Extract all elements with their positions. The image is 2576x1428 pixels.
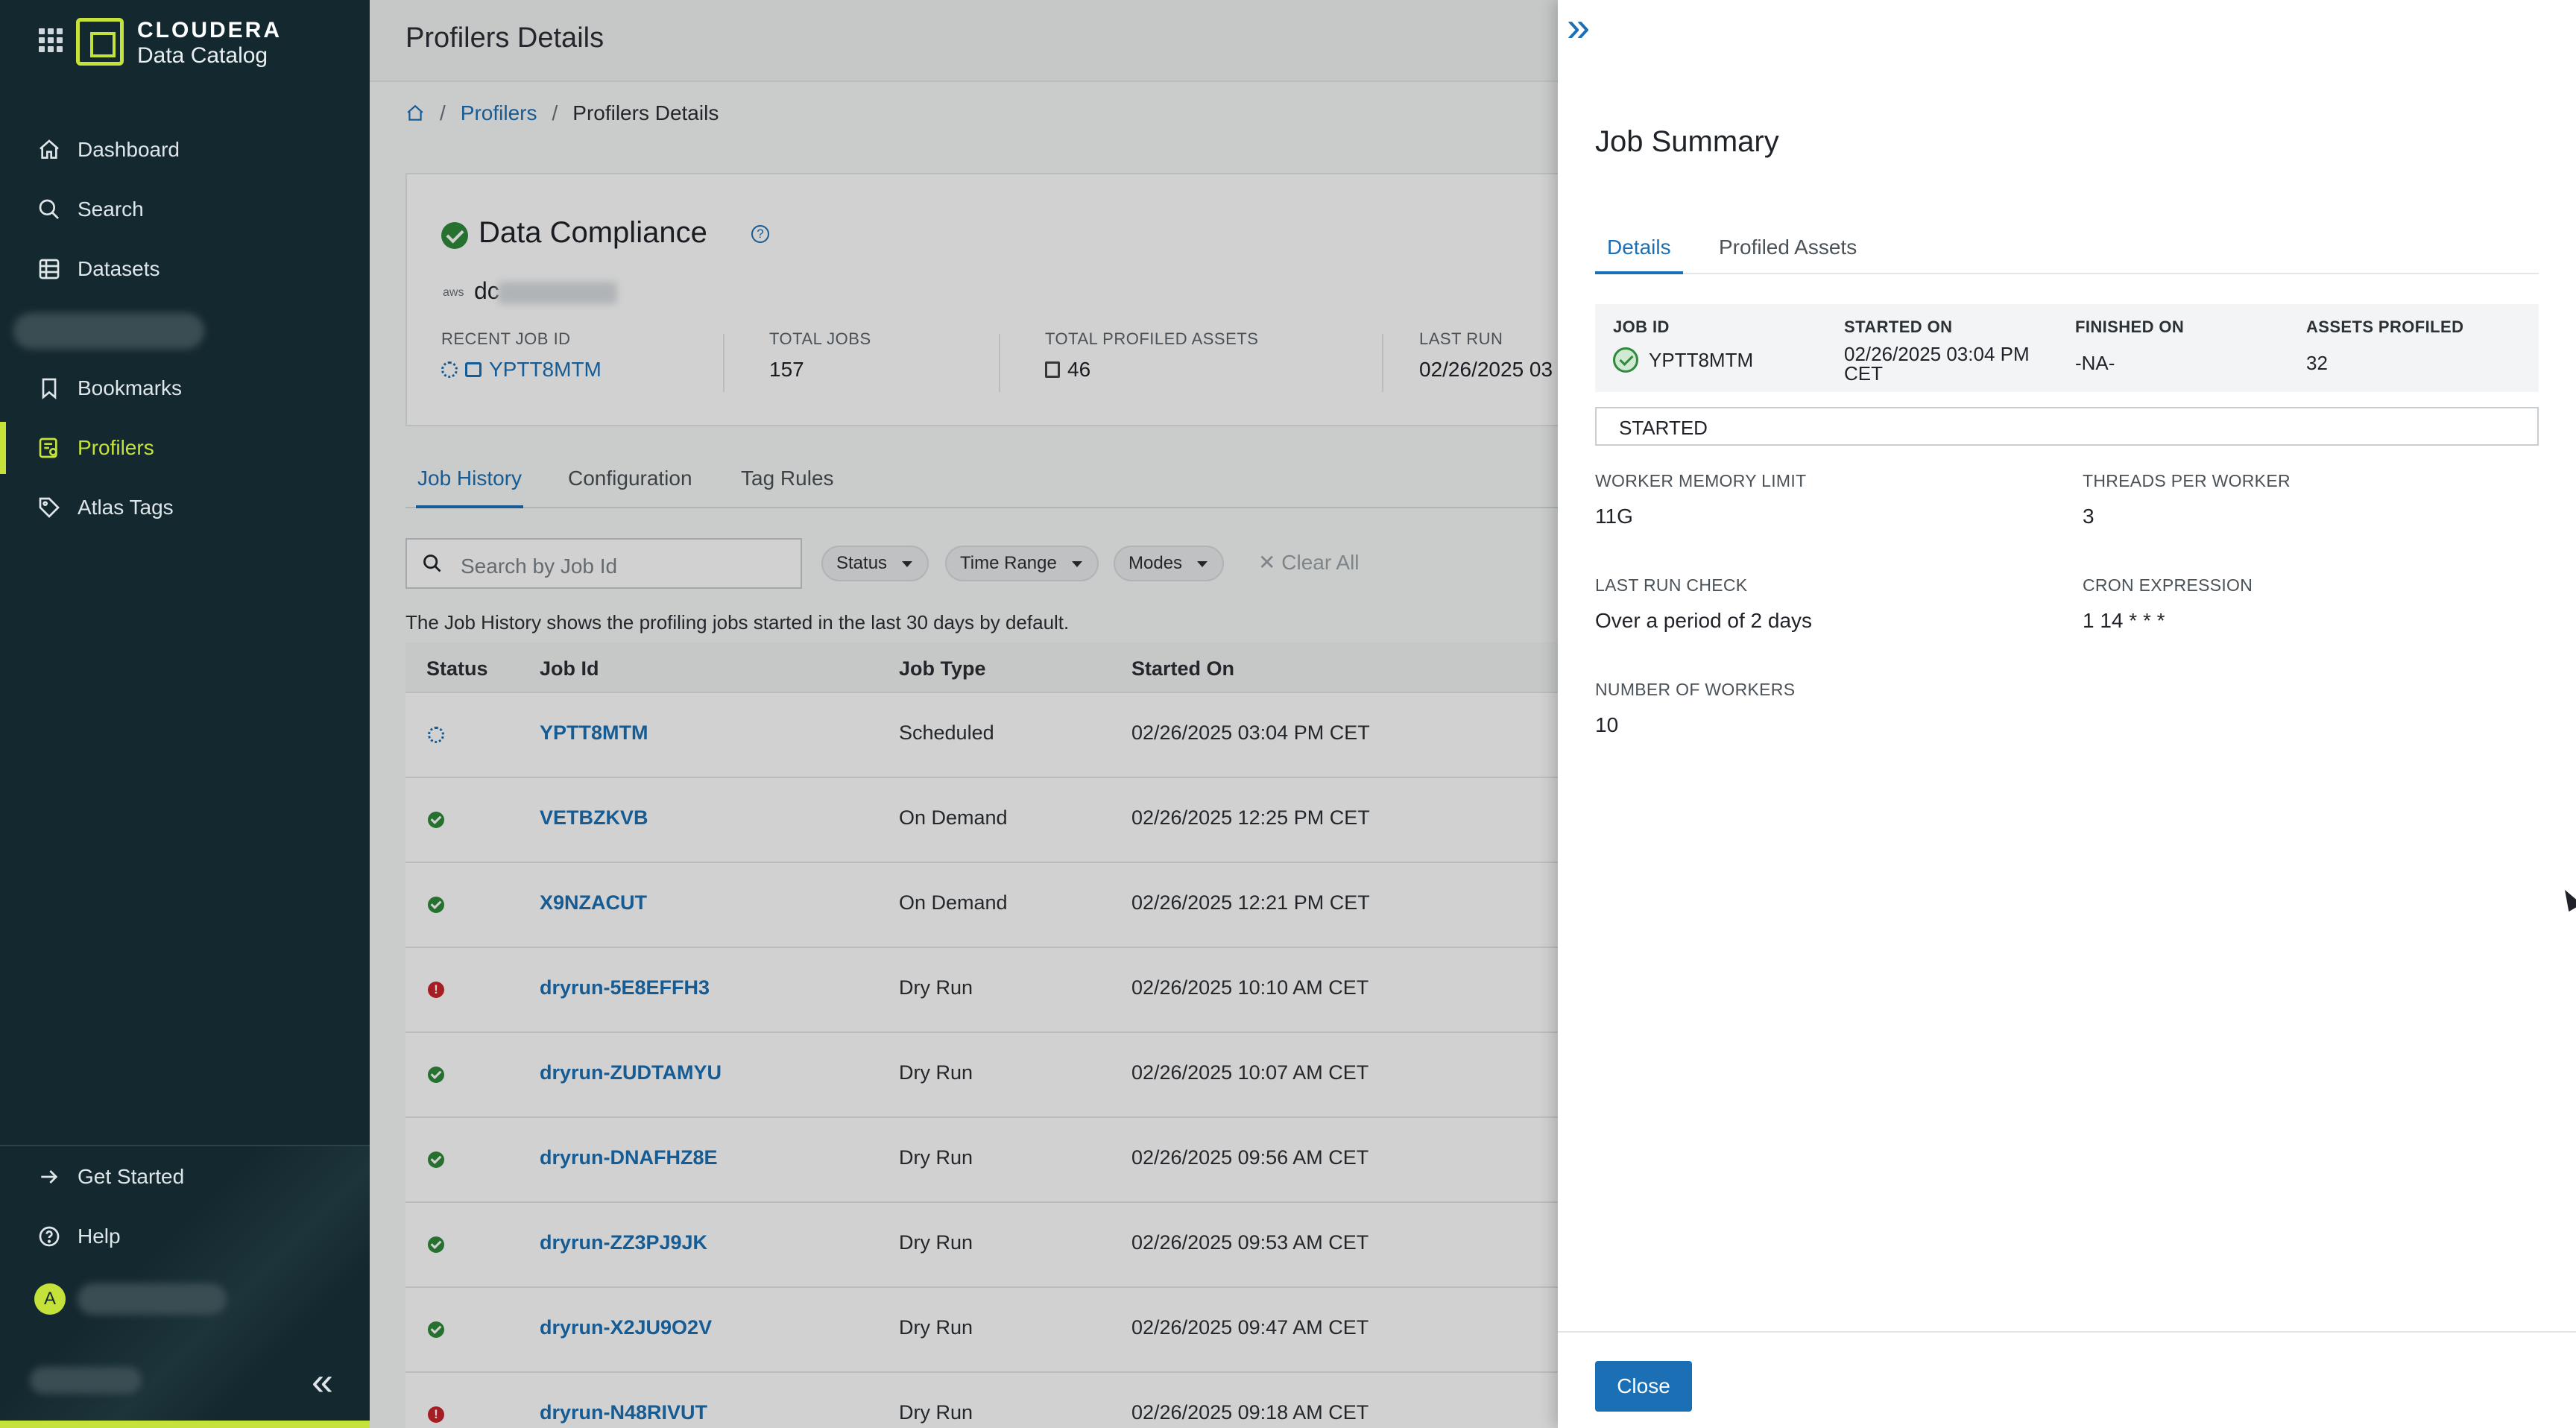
tab-details[interactable]: Details (1595, 236, 1683, 274)
assets-profiled-column: ASSETS PROFILED 32 (2306, 317, 2463, 373)
redacted-version (30, 1367, 142, 1394)
sidebar-item-profilers[interactable]: Profilers (0, 422, 370, 474)
job-id-value: YPTT8MTM (1649, 349, 1754, 371)
started-on-label: STARTED ON (1844, 317, 1953, 336)
field-label: CRON EXPRESSION (2083, 575, 2253, 595)
sidebar-item-get-started[interactable]: Get Started (0, 1151, 370, 1203)
sidebar-item-search[interactable]: Search (0, 183, 370, 236)
app-switcher-icon[interactable] (39, 28, 63, 52)
field-value: 1 14 * * * (2083, 609, 2165, 632)
drawer-title: Job Summary (1595, 125, 1779, 158)
tab-profiled-assets[interactable]: Profiled Assets (1719, 236, 1857, 274)
field-value: 3 (2083, 505, 2094, 528)
collapse-sidebar-icon[interactable]: « (312, 1362, 347, 1401)
datasets-icon (39, 259, 60, 279)
field-label: NUMBER OF WORKERS (1595, 680, 1796, 699)
number-of-workers-field: NUMBER OF WORKERS 10 (1595, 680, 1795, 737)
brand: CLOUDERA Data Catalog (137, 18, 282, 69)
redacted-username (78, 1283, 227, 1315)
drawer-tabs: Details Profiled Assets (1595, 228, 2539, 274)
sidebar-item-label: Profilers (78, 436, 154, 459)
brand-name: CLOUDERA (137, 18, 282, 42)
sidebar-item-label: Bookmarks (78, 376, 183, 399)
sidebar-item-atlas-tags[interactable]: Atlas Tags (0, 481, 370, 534)
close-button[interactable]: Close (1595, 1361, 1692, 1412)
finished-on-label: FINISHED ON (2075, 317, 2185, 336)
field-label: LAST RUN CHECK (1595, 575, 1748, 595)
drawer-footer: Close (1558, 1331, 2576, 1428)
worker-memory-limit-field: WORKER MEMORY LIMIT 11G (1595, 471, 1806, 528)
job-id-column: JOB ID YPTT8MTM (1613, 317, 1753, 373)
sidebar-accent-bar (0, 1421, 370, 1428)
cloudera-logo-icon (76, 18, 124, 66)
profilers-icon (39, 437, 57, 458)
field-value: Over a period of 2 days (1595, 609, 1813, 632)
arrow-right-icon (41, 1170, 58, 1184)
threads-per-worker-field: THREADS PER WORKER 3 (2083, 471, 2291, 528)
product-name: Data Catalog (137, 43, 268, 68)
started-on-date: 02/26/2025 03:04 PM (1844, 343, 2030, 365)
started-on-column: STARTED ON 02/26/2025 03:04 PM CET (1844, 317, 2030, 383)
modal-backdrop[interactable] (370, 0, 1558, 1428)
sidebar-item-label: Atlas Tags (78, 496, 174, 519)
sidebar: CLOUDERA Data Catalog Dashboard Search D… (0, 0, 370, 1428)
sidebar-item-label: Get Started (78, 1165, 185, 1188)
sidebar-item-dashboard[interactable]: Dashboard (0, 124, 370, 176)
assets-profiled-value: 32 (2306, 352, 2328, 374)
field-label: THREADS PER WORKER (2083, 471, 2291, 490)
success-check-icon (1613, 347, 1638, 373)
last-run-check-field: LAST RUN CHECK Over a period of 2 days (1595, 575, 1812, 633)
started-on-timezone: CET (1844, 362, 1883, 385)
tag-icon (39, 497, 60, 518)
help-icon (39, 1226, 60, 1247)
sidebar-item-bookmarks[interactable]: Bookmarks (0, 362, 370, 414)
bookmark-icon (42, 378, 57, 399)
job-summary-drawer: » Job Summary Details Profiled Assets JO… (1558, 0, 2576, 1428)
field-label: WORKER MEMORY LIMIT (1595, 471, 1807, 490)
redacted-nav-item (13, 313, 204, 349)
job-id-label: JOB ID (1613, 317, 1670, 336)
field-value: 11G (1595, 505, 1633, 528)
sidebar-item-help[interactable]: Help (0, 1210, 370, 1263)
finished-on-value: -NA- (2075, 352, 2115, 374)
chevron-double-right-icon[interactable]: » (1567, 6, 1603, 48)
cron-expression-field: CRON EXPRESSION 1 14 * * * (2083, 575, 2253, 633)
sidebar-item-label: Datasets (78, 257, 160, 280)
search-icon (39, 199, 59, 219)
sidebar-item-label: Dashboard (78, 138, 180, 161)
sidebar-item-label: Search (78, 198, 144, 221)
field-value: 10 (1595, 713, 1619, 736)
job-summary-strip: JOB ID YPTT8MTM STARTED ON 02/26/2025 03… (1595, 304, 2539, 392)
assets-profiled-label: ASSETS PROFILED (2306, 317, 2464, 336)
job-status-badge: STARTED (1595, 407, 2539, 446)
finished-on-column: FINISHED ON -NA- (2075, 317, 2184, 373)
sidebar-item-label: Help (78, 1225, 121, 1248)
mouse-cursor-icon (2558, 885, 2576, 912)
home-icon (40, 139, 59, 159)
avatar[interactable]: A (34, 1283, 66, 1315)
sidebar-item-datasets[interactable]: Datasets (0, 243, 370, 295)
